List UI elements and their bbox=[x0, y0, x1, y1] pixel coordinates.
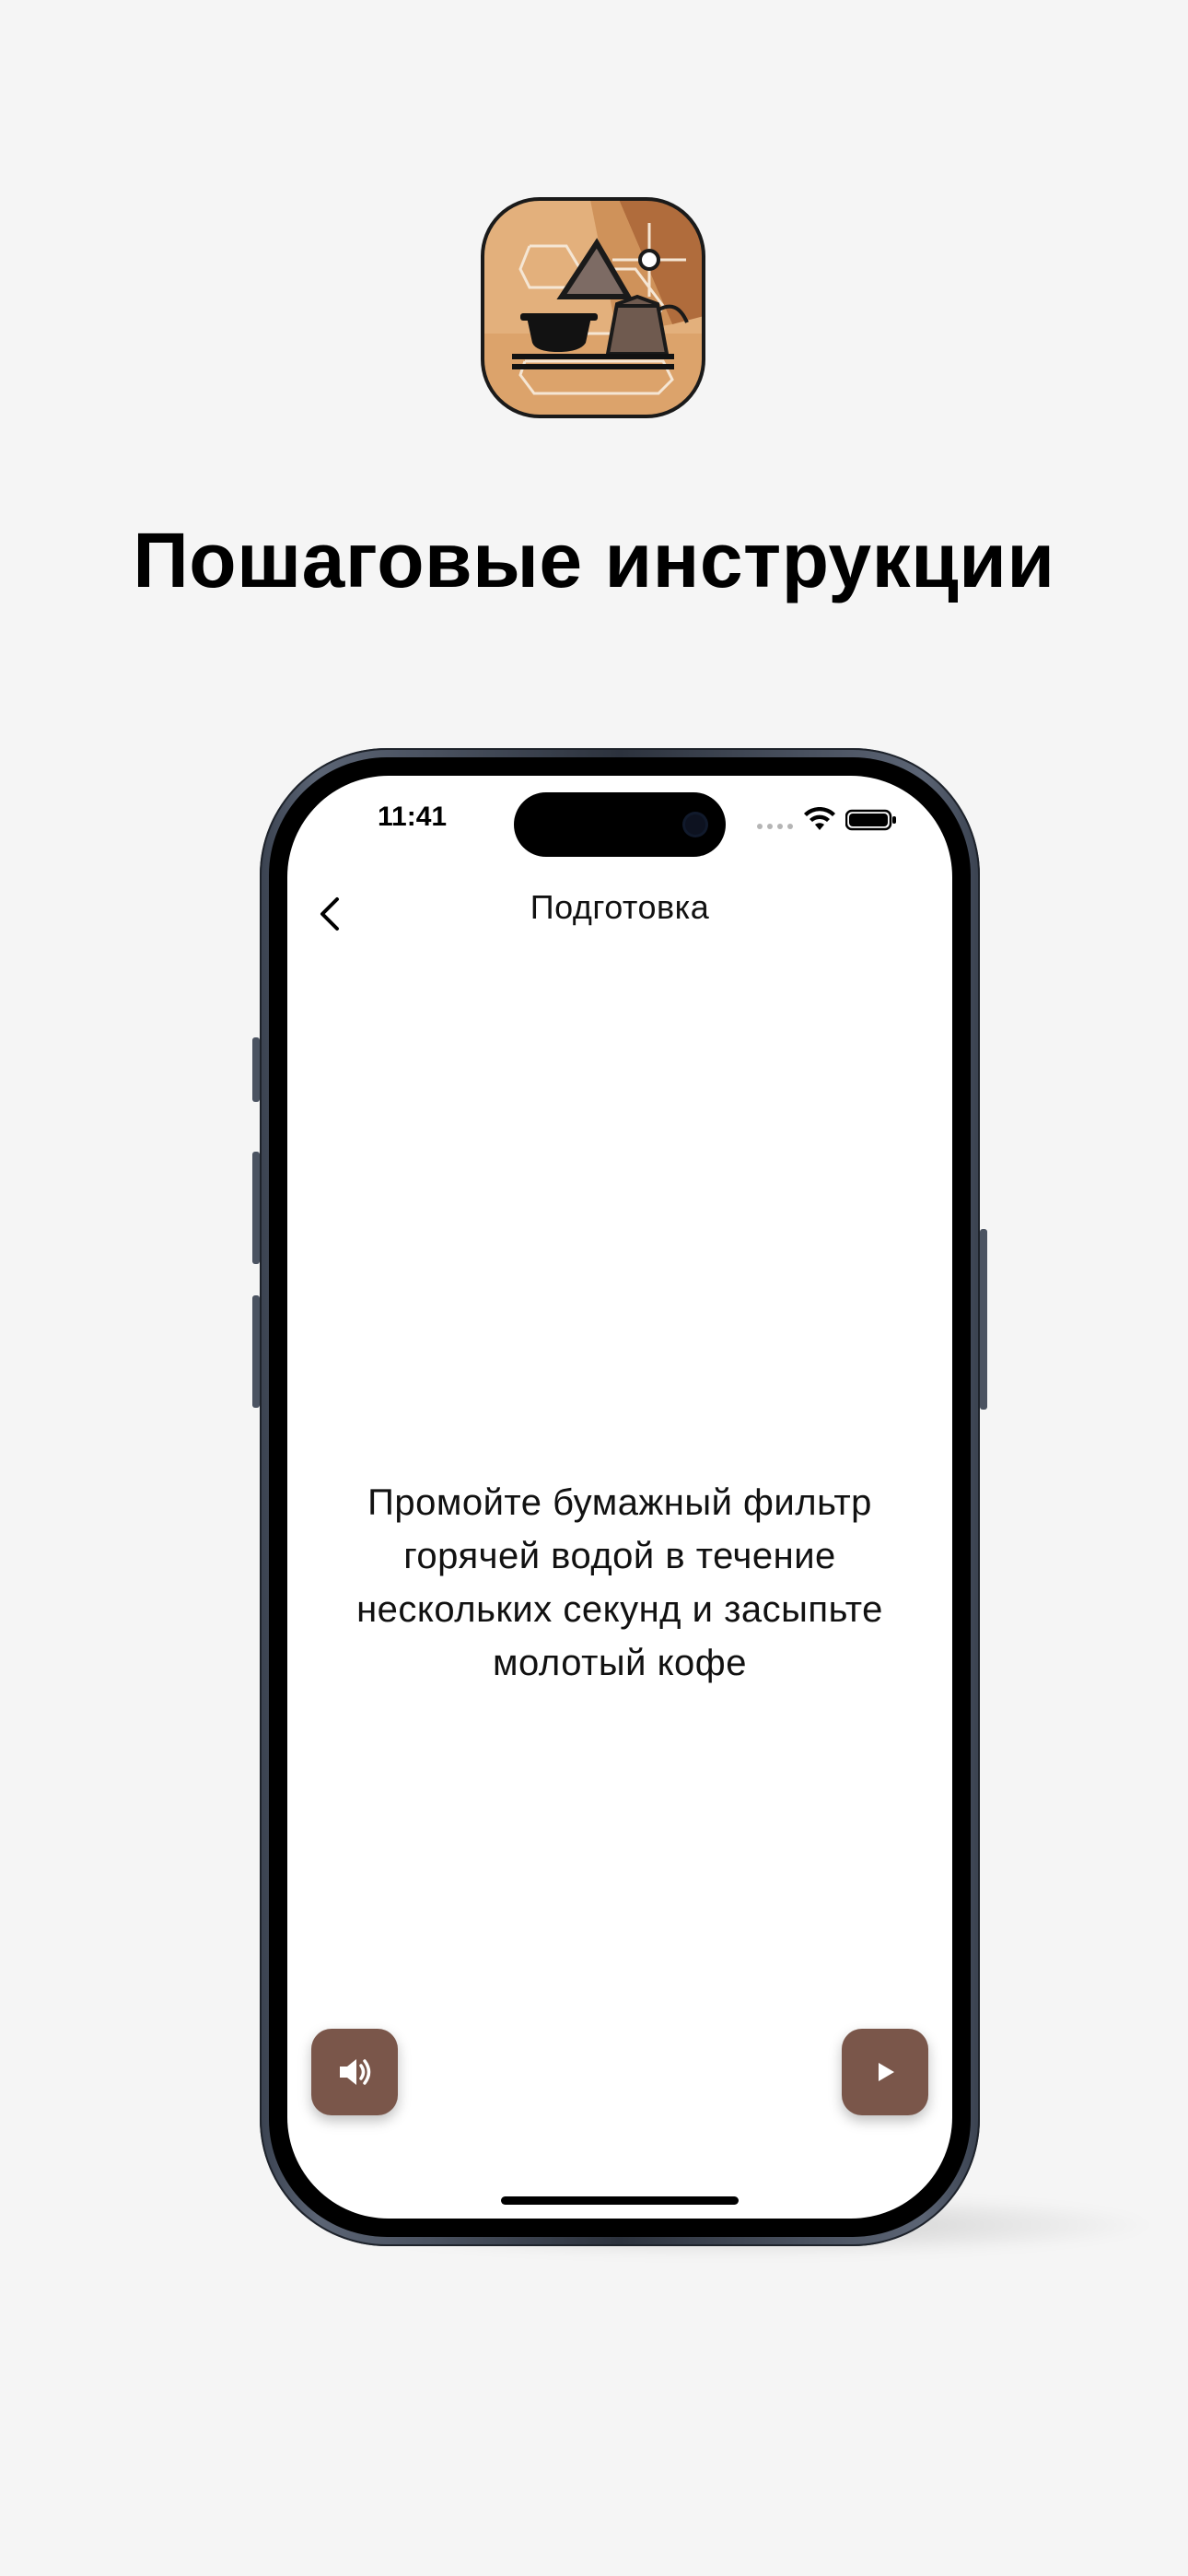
play-icon bbox=[879, 2063, 894, 2081]
phone-volume-down-button bbox=[252, 1295, 260, 1408]
wifi-icon bbox=[804, 807, 835, 830]
play-button[interactable] bbox=[842, 2029, 928, 2115]
phone-screen: 11:41 Подготовка Промойте бумажный фильт… bbox=[287, 776, 952, 2219]
nav-title: Подготовка bbox=[530, 888, 710, 926]
home-indicator bbox=[501, 2196, 739, 2205]
phone-action-button bbox=[252, 1037, 260, 1102]
app-icon bbox=[479, 195, 707, 420]
camera-lens-icon bbox=[685, 814, 705, 835]
dynamic-island bbox=[514, 792, 726, 857]
status-time: 11:41 bbox=[378, 802, 448, 832]
speaker-icon bbox=[340, 2059, 371, 2085]
phone-power-button bbox=[980, 1229, 987, 1410]
signal-dots-icon bbox=[757, 824, 793, 829]
sound-button[interactable] bbox=[311, 2029, 398, 2115]
battery-icon bbox=[845, 809, 896, 831]
phone-volume-up-button bbox=[252, 1152, 260, 1264]
coffee-brewing-app-icon bbox=[481, 197, 705, 418]
promo-title: Пошаговые инструкции bbox=[133, 517, 1055, 603]
step-instruction: Промойте бумажный фильтр горячей водой в… bbox=[356, 1482, 883, 1683]
